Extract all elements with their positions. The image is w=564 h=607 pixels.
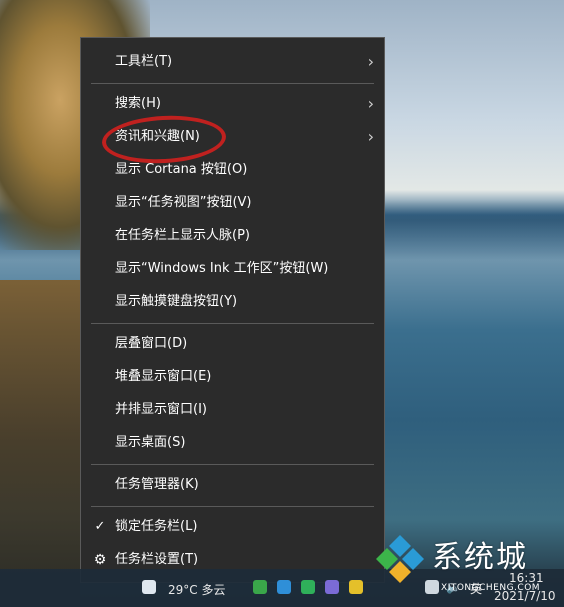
menu-item-search[interactable]: 搜索(H) › [81,88,384,120]
watermark-url: XITONGCHENG.COM [441,583,541,593]
menu-item-side-by-side-windows[interactable]: 并排显示窗口(I) [81,394,384,426]
menu-item-toolbars[interactable]: 工具栏(T) › [81,46,384,78]
watermark-brand: 系统城 [432,540,528,575]
chevron-right-icon: › [367,94,374,113]
menu-separator [91,506,374,507]
app-tray-icon[interactable] [301,580,315,594]
watermark-logo [376,535,424,583]
checkmark-icon: ✓ [94,519,106,534]
wallpaper-beach [0,280,80,607]
menu-item-cascade-windows[interactable]: 层叠窗口(D) [81,328,384,360]
cloud-weather-icon [142,580,156,594]
menu-item-label: 显示触摸键盘按钮(Y) [115,294,238,309]
menu-item-show-windows-ink-button[interactable]: 显示“Windows Ink 工作区”按钮(W) [81,253,384,285]
menu-item-label: 搜索(H) [115,96,161,111]
menu-separator [91,323,374,324]
menu-item-label: 堆叠显示窗口(E) [115,369,212,384]
menu-item-show-people[interactable]: 在任务栏上显示人脉(P) [81,220,384,252]
menu-item-lock-taskbar[interactable]: ✓ 锁定任务栏(L) [81,511,384,543]
network-icon[interactable] [425,580,439,594]
menu-item-show-task-view-button[interactable]: 显示“任务视图”按钮(V) [81,187,384,219]
menu-item-label: 任务栏设置(T) [115,552,199,567]
menu-separator [91,83,374,84]
telegram-icon[interactable] [277,580,291,594]
menu-item-label: 在任务栏上显示人脉(P) [115,228,250,243]
menu-item-label: 显示“任务视图”按钮(V) [115,195,252,210]
chevron-right-icon: › [367,127,374,146]
menu-item-label: 锁定任务栏(L) [115,519,198,534]
menu-item-stack-windows[interactable]: 堆叠显示窗口(E) [81,361,384,393]
wechat-icon[interactable] [253,580,267,594]
menu-item-label: 任务管理器(K) [115,477,199,492]
weather-widget[interactable]: 29°C 多云 [168,581,225,598]
menu-separator [91,464,374,465]
menu-item-label: 层叠窗口(D) [115,336,188,351]
app-tray-icon[interactable] [325,580,339,594]
menu-item-label: 并排显示窗口(I) [115,402,207,417]
menu-item-task-manager[interactable]: 任务管理器(K) [81,469,384,501]
chevron-right-icon: › [367,52,374,71]
app-tray-icon[interactable] [349,580,363,594]
menu-item-show-desktop[interactable]: 显示桌面(S) [81,427,384,459]
menu-item-show-touch-keyboard-button[interactable]: 显示触摸键盘按钮(Y) [81,286,384,318]
menu-item-label: 显示“Windows Ink 工作区”按钮(W) [115,261,329,276]
menu-item-label: 工具栏(T) [115,54,173,69]
menu-item-label: 显示 Cortana 按钮(O) [115,162,248,177]
menu-item-label: 显示桌面(S) [115,435,186,450]
taskbar-context-menu: 工具栏(T) › 搜索(H) › 资讯和兴趣(N) › 显示 Cortana 按… [80,37,385,583]
